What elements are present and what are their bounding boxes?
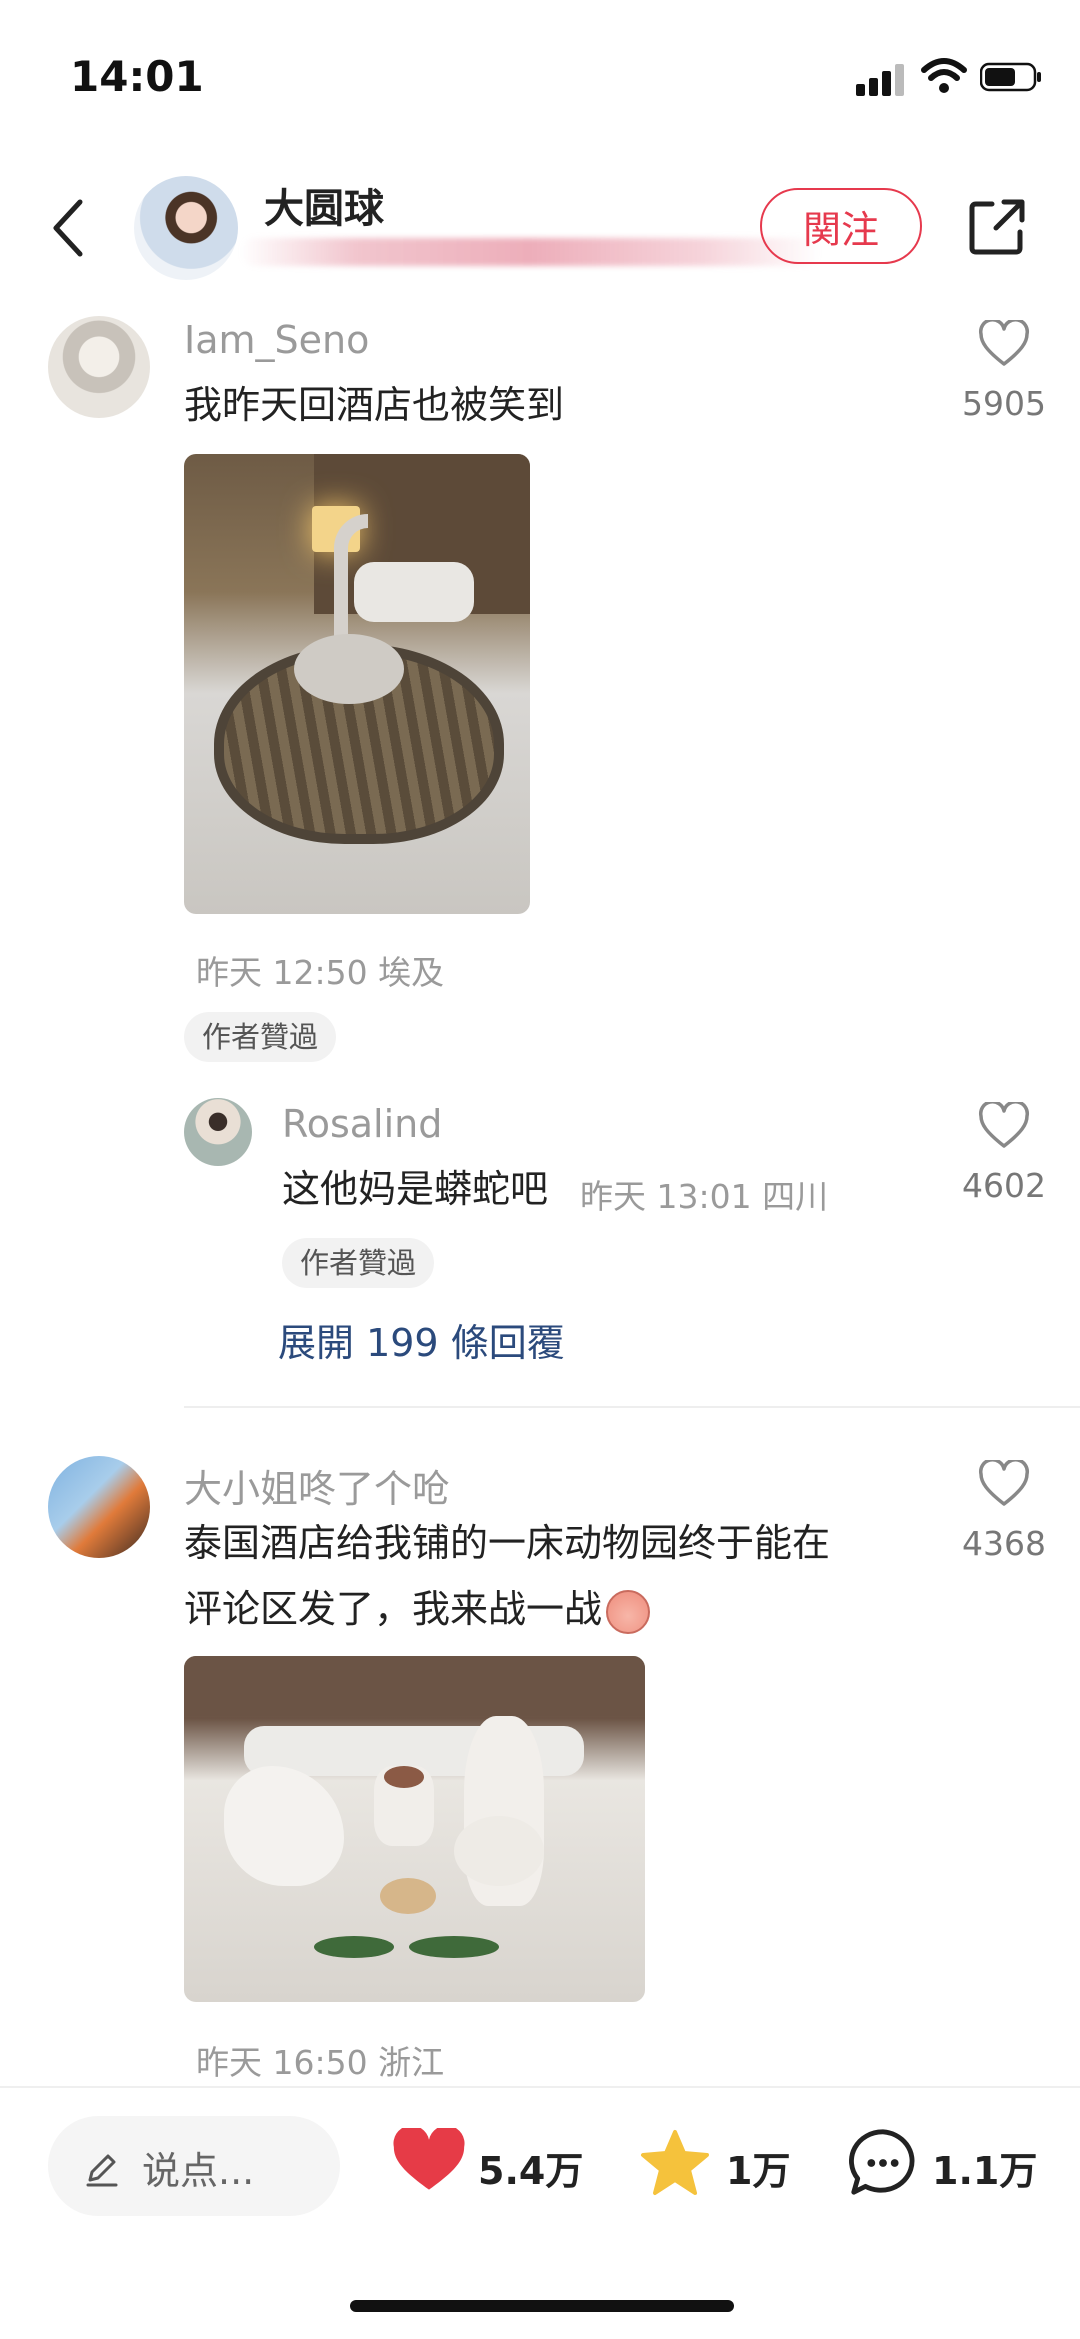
back-icon[interactable] [48,196,88,260]
reply-username[interactable]: Rosalind [282,1102,442,1146]
comment-text[interactable]: 我昨天回酒店也被笑到 [184,372,564,438]
battery-icon [980,62,1041,92]
author-liked-badge: 作者贊過 [282,1238,435,1288]
follow-button[interactable]: 関注 [760,188,922,264]
comment-meta: 昨天 16:50 浙江 [196,2043,445,2082]
reply-meta: 昨天 13:01 四川 [580,1177,829,1216]
reply-text[interactable]: 这他妈是蟒蛇吧 [282,1156,548,1222]
cellular-signal-icon [856,62,906,96]
comment-text-line-1[interactable]: 泰国酒店给我铺的一床动物园终于能在 [184,1510,830,1576]
commenter-name[interactable]: 大小姐咚了个呛 [184,1458,450,1513]
share-icon[interactable] [966,196,1028,258]
author-avatar[interactable] [134,176,238,280]
commenter-avatar[interactable] [48,1456,150,1558]
author-name[interactable]: 大圆球 [264,176,384,234]
commenter-avatar[interactable] [48,316,150,418]
bottom-bar-divider [0,2086,1080,2088]
comment-placeholder[interactable]: 说点... [142,2140,254,2195]
like-count: 5905 [962,384,1046,423]
favorite-star-icon[interactable] [640,2128,710,2198]
post-like-count: 5.4万 [478,2149,584,2193]
post-comment-count: 1.1万 [932,2149,1038,2193]
commenter-name[interactable]: Iam_Seno [184,318,369,362]
like-heart-icon[interactable] [978,320,1030,368]
like-count: 4368 [962,1524,1046,1563]
comment-image-towel-swan[interactable] [184,454,530,914]
pencil-icon [86,2154,118,2187]
comment-meta: 昨天 12:50 埃及 [196,953,445,992]
reply-like-count: 4602 [962,1166,1046,1205]
like-heart-icon[interactable] [978,1102,1030,1150]
home-indicator[interactable] [350,2300,734,2312]
comment-bubble-icon[interactable] [846,2126,920,2200]
blurred-subtitle [240,238,820,266]
comment-image-towel-animals[interactable] [184,1656,645,2002]
status-time: 14:01 [70,52,204,101]
like-heart-filled-icon[interactable] [392,2128,466,2194]
comment-divider [184,1406,1080,1408]
author-liked-badge: 作者贊過 [184,1012,337,1062]
expand-replies-link[interactable]: 展開 199 條回覆 [278,1312,565,1367]
reply-avatar[interactable] [184,1098,252,1166]
post-favorite-count: 1万 [726,2149,791,2193]
peach-emoji-icon [606,1589,651,1634]
like-heart-icon[interactable] [978,1460,1030,1508]
comment-text-line-2[interactable]: 评论区发了，我来战一战 [184,1576,651,1642]
wifi-icon [921,58,967,93]
